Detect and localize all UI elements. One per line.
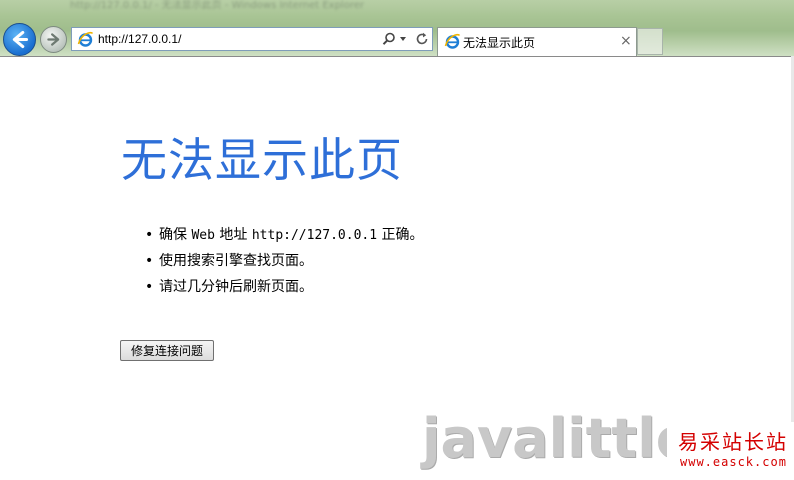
arrow-left-icon [12,30,29,49]
tip-text: 使用搜索引擎查找页面。 [159,253,313,269]
dropdown-arrow-icon[interactable] [400,37,406,41]
browser-toolbar: http://127.0.0.1/ - 无法显示此页 - Windows Int… [0,0,794,57]
ie-logo-icon [444,33,461,49]
watermark-url: www.easck.com [680,455,787,469]
list-item: • 确保 Web 地址 http://127.0.0.1 正确。 [145,222,424,248]
tip-text: 确保 [159,227,192,243]
forward-button[interactable] [40,26,67,53]
arrow-right-icon [47,33,60,46]
fix-connection-button[interactable]: 修复连接问题 [120,340,214,361]
watermark-site-name: 易采站长站 [678,430,788,454]
url-text: http://127.0.0.1/ [98,32,182,46]
list-item: • 请过几分钟后刷新页面。 [145,274,424,300]
list-item: • 使用搜索引擎查找页面。 [145,248,424,274]
close-icon[interactable]: × [620,33,632,49]
tip-text: 正确。 [377,227,424,243]
page-title: 无法显示此页 [121,133,403,187]
address-bar[interactable]: http://127.0.0.1/ [71,27,433,51]
refresh-icon[interactable] [415,32,429,46]
back-button[interactable] [3,23,36,56]
bullet: • [145,279,154,295]
tab-active[interactable]: 无法显示此页 × [437,27,637,56]
tab-title: 无法显示此页 [463,36,536,50]
watermark-brand: javalittle [422,407,693,470]
bullet: • [145,227,154,243]
tip-code: Web [191,228,215,243]
tip-text: 地址 [214,227,252,243]
search-icon[interactable] [382,32,396,46]
tip-url: http://127.0.0.1 [251,228,378,243]
new-tab-button[interactable] [637,28,663,55]
ie-logo-icon [77,31,94,47]
tip-text: 请过几分钟后刷新页面。 [159,279,313,295]
tips-list: • 确保 Web 地址 http://127.0.0.1 正确。 • 使用搜索引擎查… [145,222,424,300]
window-title: http://127.0.0.1/ - 无法显示此页 - Windows Int… [70,0,364,11]
bullet: • [145,253,154,269]
